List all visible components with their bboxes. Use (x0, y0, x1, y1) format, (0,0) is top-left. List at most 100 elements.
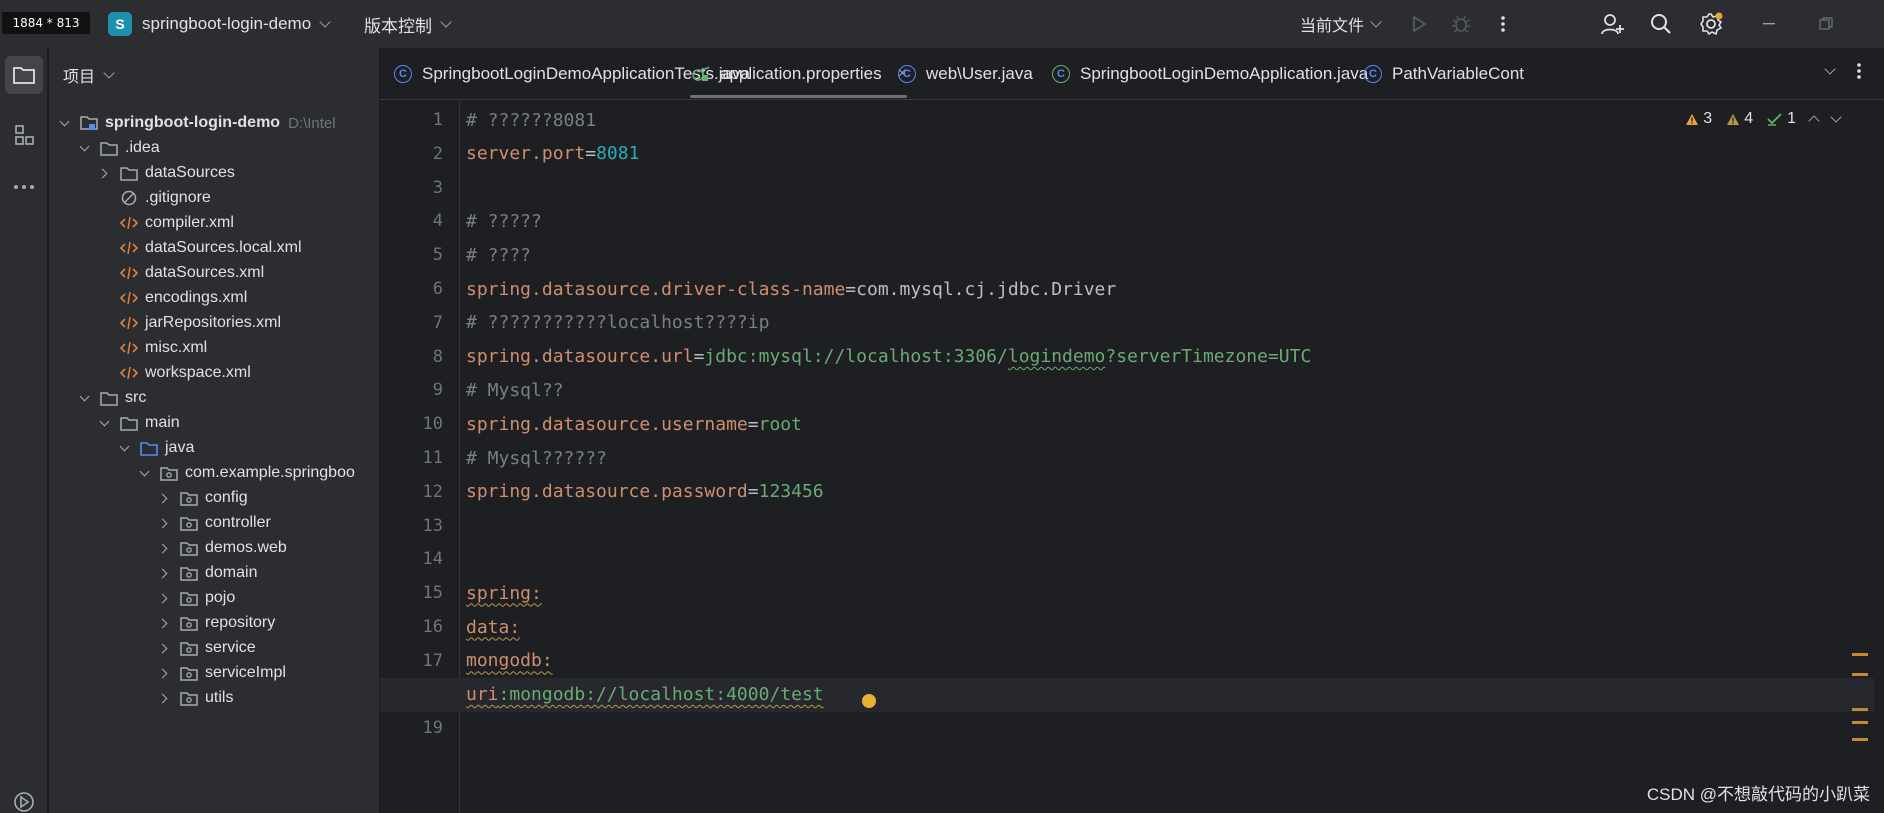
chevron-right-icon[interactable] (157, 516, 171, 530)
code-line[interactable]: spring.datasource.password = 123456 (464, 475, 1874, 509)
vcs-menu[interactable]: 版本控制 (364, 10, 452, 38)
error-stripe-mark[interactable] (1852, 738, 1868, 741)
code-line[interactable]: spring.datasource.driver-class-name = com.… (464, 272, 1874, 306)
minimize-icon[interactable] (1760, 14, 1780, 34)
error-stripe-mark[interactable] (1852, 673, 1868, 676)
chevron-down-icon[interactable] (77, 391, 91, 405)
package-icon (179, 639, 199, 657)
chevron-down-icon[interactable] (117, 441, 131, 455)
tab-list-chevron-icon[interactable] (1824, 62, 1836, 75)
package-icon (179, 689, 199, 707)
chevron-right-icon[interactable] (157, 541, 171, 555)
editor-tab[interactable]: C SpringbootLoginDemoApplication.java (1052, 48, 1368, 100)
code-line[interactable]: spring.datasource.username = root (464, 407, 1874, 441)
project-panel-header[interactable]: 项目 (63, 64, 115, 86)
run-icon[interactable] (1406, 11, 1432, 37)
project-tool-window-icon[interactable] (5, 56, 43, 94)
chevron-right-icon[interactable] (157, 666, 171, 680)
chevron-down-icon (1370, 15, 1382, 28)
editor-tab[interactable]: Cweb\User.java (898, 48, 1033, 100)
chevron-right-icon[interactable] (97, 166, 111, 180)
error-stripe-mark[interactable] (1852, 708, 1868, 711)
services-icon[interactable] (5, 783, 43, 813)
run-config-selector[interactable]: 当前文件 (1300, 10, 1382, 38)
code-line[interactable]: # ???? (464, 238, 1874, 272)
xml-file-icon (119, 214, 139, 232)
code-line[interactable] (464, 509, 1874, 543)
more-tool-windows-icon[interactable] (5, 168, 43, 206)
tree-node-label: repository (205, 614, 276, 631)
code-token: spring: (466, 582, 542, 604)
previous-highlight-icon[interactable] (1808, 115, 1820, 127)
code-line[interactable]: # ???????????localhost????ip (464, 306, 1874, 340)
code-token: uri (466, 684, 499, 706)
chevron-down-icon[interactable] (57, 116, 71, 130)
code-line[interactable]: data: (464, 610, 1874, 644)
class-icon: C (1364, 65, 1382, 83)
project-switcher[interactable]: S springboot-login-demo (108, 10, 331, 38)
chevron-down-icon[interactable] (137, 466, 151, 480)
search-icon[interactable] (1648, 11, 1674, 37)
size-badge: 1884 * 813 (2, 12, 90, 34)
inspection-widget[interactable]: 3 4 1 (1685, 110, 1842, 128)
code-line[interactable]: uri:mongodb://localhost:4000/test (380, 677, 1874, 712)
code-token: # Mysql?????? (466, 447, 607, 469)
code-area[interactable]: # ??????8081 server.port = 8081 # ????? # ???… (380, 100, 1874, 813)
structure-icon[interactable] (5, 116, 43, 154)
source-folder-icon (139, 439, 159, 457)
chevron-right-icon[interactable] (157, 641, 171, 655)
chevron-down-icon[interactable] (97, 416, 111, 430)
chevron-right-icon[interactable] (157, 566, 171, 580)
code-token: = (585, 143, 597, 165)
chevron-right-icon[interactable] (157, 616, 171, 630)
chevron-right-icon[interactable] (157, 691, 171, 705)
code-line[interactable]: spring.datasource.url = jdbc:mysql://local… (464, 340, 1874, 374)
folder-icon (99, 139, 119, 157)
tree-node-label: jarRepositories.xml (145, 314, 282, 331)
editor-tab-label: PathVariableCont (1392, 64, 1524, 83)
code-line[interactable]: # ????? (464, 204, 1874, 238)
tree-node-label: config (205, 489, 248, 506)
code-line[interactable] (464, 171, 1874, 205)
code-line[interactable]: # Mysql?? (464, 373, 1874, 407)
next-highlight-icon[interactable] (1830, 110, 1842, 123)
ignore-file-icon (119, 189, 139, 207)
chevron-right-icon[interactable] (157, 491, 171, 505)
tab-more-icon[interactable] (1856, 62, 1862, 80)
code-line[interactable] (464, 711, 1874, 745)
tree-node[interactable]: utils (49, 683, 379, 713)
code-token: # ???? (466, 244, 532, 266)
code-line[interactable]: mongodb: (464, 644, 1874, 678)
code-token: = (693, 346, 705, 368)
line-number: 11 (422, 448, 443, 468)
code-line[interactable]: spring: (464, 576, 1874, 610)
code-line[interactable]: server.port = 8081 (464, 137, 1874, 171)
debug-icon[interactable] (1448, 11, 1474, 37)
watermark: CSDN @不想敲代码的小趴菜 (1646, 785, 1870, 804)
editor-tab[interactable]: application.properties × (690, 48, 907, 100)
add-user-icon[interactable] (1600, 11, 1626, 37)
package-icon (159, 464, 179, 482)
code-line[interactable] (464, 542, 1874, 576)
editor: C SpringbootLoginDemoApplicationTests.jav… (380, 48, 1884, 813)
restore-icon[interactable] (1816, 14, 1836, 34)
editor-tab[interactable]: C PathVariableCont (1364, 48, 1524, 100)
settings-gear-icon[interactable] (1698, 11, 1724, 37)
intention-bulb-icon[interactable] (862, 694, 876, 708)
error-stripe-mark[interactable] (1852, 653, 1868, 656)
line-number: 17 (422, 650, 443, 671)
tree-node-label: src (125, 389, 147, 406)
code-token: spring.datasource.password (466, 481, 748, 503)
code-line[interactable]: # Mysql?????? (464, 441, 1874, 475)
chevron-down-icon[interactable] (77, 141, 91, 155)
tree-node-path: D:\Intel (288, 114, 336, 132)
tree-node-label: pojo (205, 589, 236, 606)
chevron-right-icon[interactable] (157, 591, 171, 605)
error-stripe-mark[interactable] (1852, 721, 1868, 724)
line-number: 2 (432, 143, 443, 164)
weak-warning-count: 4 (1726, 110, 1753, 128)
code-line[interactable]: # ??????8081 (464, 103, 1874, 137)
more-actions-icon[interactable] (1490, 11, 1516, 37)
code-token: mongodb: (466, 650, 553, 672)
xml-file-icon (119, 364, 139, 382)
